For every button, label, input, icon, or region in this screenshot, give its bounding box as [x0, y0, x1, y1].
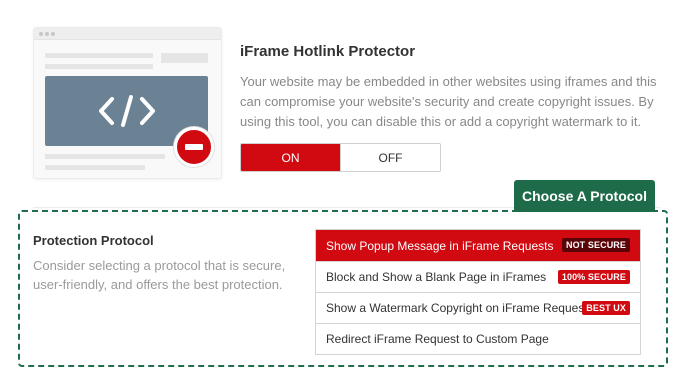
protection-protocol-description: Consider selecting a protocol that is se… — [33, 258, 286, 292]
page-title: iFrame Hotlink Protector — [240, 43, 416, 60]
toggle-on-button[interactable]: ON — [241, 144, 340, 171]
option-label: Show a Watermark Copyright on iFrame Req… — [326, 301, 594, 315]
iframe-protector-panel: iFrame Hotlink Protector Your website ma… — [0, 0, 676, 375]
protocol-option-popup-message[interactable]: Show Popup Message in iFrame Requests NO… — [316, 230, 640, 261]
protocol-option-redirect[interactable]: Redirect iFrame Request to Custom Page — [316, 323, 640, 354]
not-secure-badge: NOT SECURE — [561, 238, 630, 252]
best-ux-badge: BEST UX — [582, 301, 630, 315]
protocol-option-blank-page[interactable]: Block and Show a Blank Page in iFrames 1… — [316, 261, 640, 292]
protocol-option-watermark[interactable]: Show a Watermark Copyright on iFrame Req… — [316, 292, 640, 323]
protocol-options-list: Show Popup Message in iFrame Requests NO… — [315, 229, 641, 355]
toggle-off-button[interactable]: OFF — [340, 144, 440, 171]
browser-titlebar — [34, 28, 221, 40]
choose-protocol-button[interactable]: Choose A Protocol — [514, 180, 655, 212]
option-label: Show Popup Message in iFrame Requests — [326, 238, 554, 253]
secure-badge: 100% SECURE — [557, 270, 630, 284]
option-label: Block and Show a Blank Page in iFrames — [326, 270, 547, 284]
option-label: Redirect iFrame Request to Custom Page — [326, 332, 549, 346]
on-off-toggle[interactable]: ON OFF — [240, 143, 441, 172]
protection-protocol-title: Protection Protocol — [33, 233, 154, 248]
code-brackets-icon — [98, 95, 155, 127]
no-entry-icon — [174, 127, 214, 167]
page-description: Your website may be embedded in other we… — [240, 74, 657, 129]
browser-window-icon — [33, 27, 222, 179]
